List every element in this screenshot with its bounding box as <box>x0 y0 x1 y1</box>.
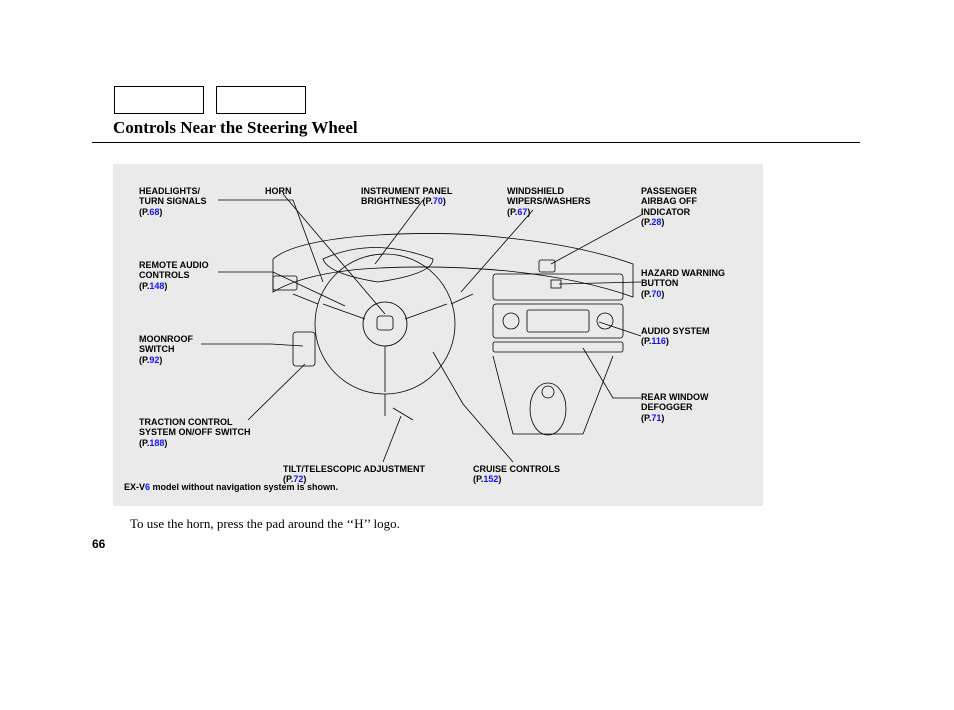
title-underline <box>92 142 860 143</box>
page-ref-link[interactable]: 116 <box>651 336 666 346</box>
callout-cruise: CRUISE CONTROLS (P.152) <box>473 464 560 485</box>
header-box-2 <box>216 86 306 114</box>
callout-moonroof: MOONROOF SWITCH (P.92) <box>139 334 193 365</box>
page-ref-link[interactable]: 148 <box>149 281 164 291</box>
callout-headlights: HEADLIGHTS/ TURN SIGNALS (P.68) <box>139 186 207 217</box>
leader-lines <box>201 194 643 462</box>
page-ref-link[interactable]: 71 <box>651 413 661 423</box>
diagram-panel: HEADLIGHTS/ TURN SIGNALS (P.68) REMOTE A… <box>113 164 763 506</box>
page-ref-link[interactable]: 70 <box>651 289 661 299</box>
manual-page: Controls Near the Steering Wheel <box>0 0 954 710</box>
page-ref-link[interactable]: 152 <box>483 474 498 484</box>
dashboard-drawing <box>273 233 633 435</box>
page-ref-link[interactable]: 67 <box>517 207 527 217</box>
callout-horn: HORN <box>265 186 292 196</box>
page-ref-link[interactable]: 92 <box>149 355 159 365</box>
diagram-footnote: EX-V6 model without navigation system is… <box>124 482 338 492</box>
callout-windshield: WINDSHIELD WIPERS/WASHERS (P.67) <box>507 186 591 217</box>
page-ref-link[interactable]: 28 <box>651 217 661 227</box>
page-title: Controls Near the Steering Wheel <box>113 118 358 142</box>
header-box-1 <box>114 86 204 114</box>
page-ref-link[interactable]: 68 <box>149 207 159 217</box>
callout-hazard: HAZARD WARNING BUTTON (P.70) <box>641 268 725 299</box>
page-ref-link[interactable]: 188 <box>149 438 164 448</box>
page-ref-link[interactable]: 70 <box>433 196 443 206</box>
callout-traction: TRACTION CONTROL SYSTEM ON/OFF SWITCH (P… <box>139 417 251 448</box>
callout-rear-defog: REAR WINDOW DEFOGGER (P.71) <box>641 392 709 423</box>
callout-instrument-brightness: INSTRUMENT PANEL BRIGHTNESS (P.70) <box>361 186 452 207</box>
header-blank-boxes <box>114 86 306 114</box>
callout-remote-audio: REMOTE AUDIO CONTROLS (P.148) <box>139 260 209 291</box>
callout-passenger-airbag: PASSENGER AIRBAG OFF INDICATOR (P.28) <box>641 186 697 227</box>
callout-audio: AUDIO SYSTEM (P.116) <box>641 326 710 347</box>
body-text: To use the horn, press the pad around th… <box>130 516 400 532</box>
page-number: 66 <box>92 537 105 551</box>
